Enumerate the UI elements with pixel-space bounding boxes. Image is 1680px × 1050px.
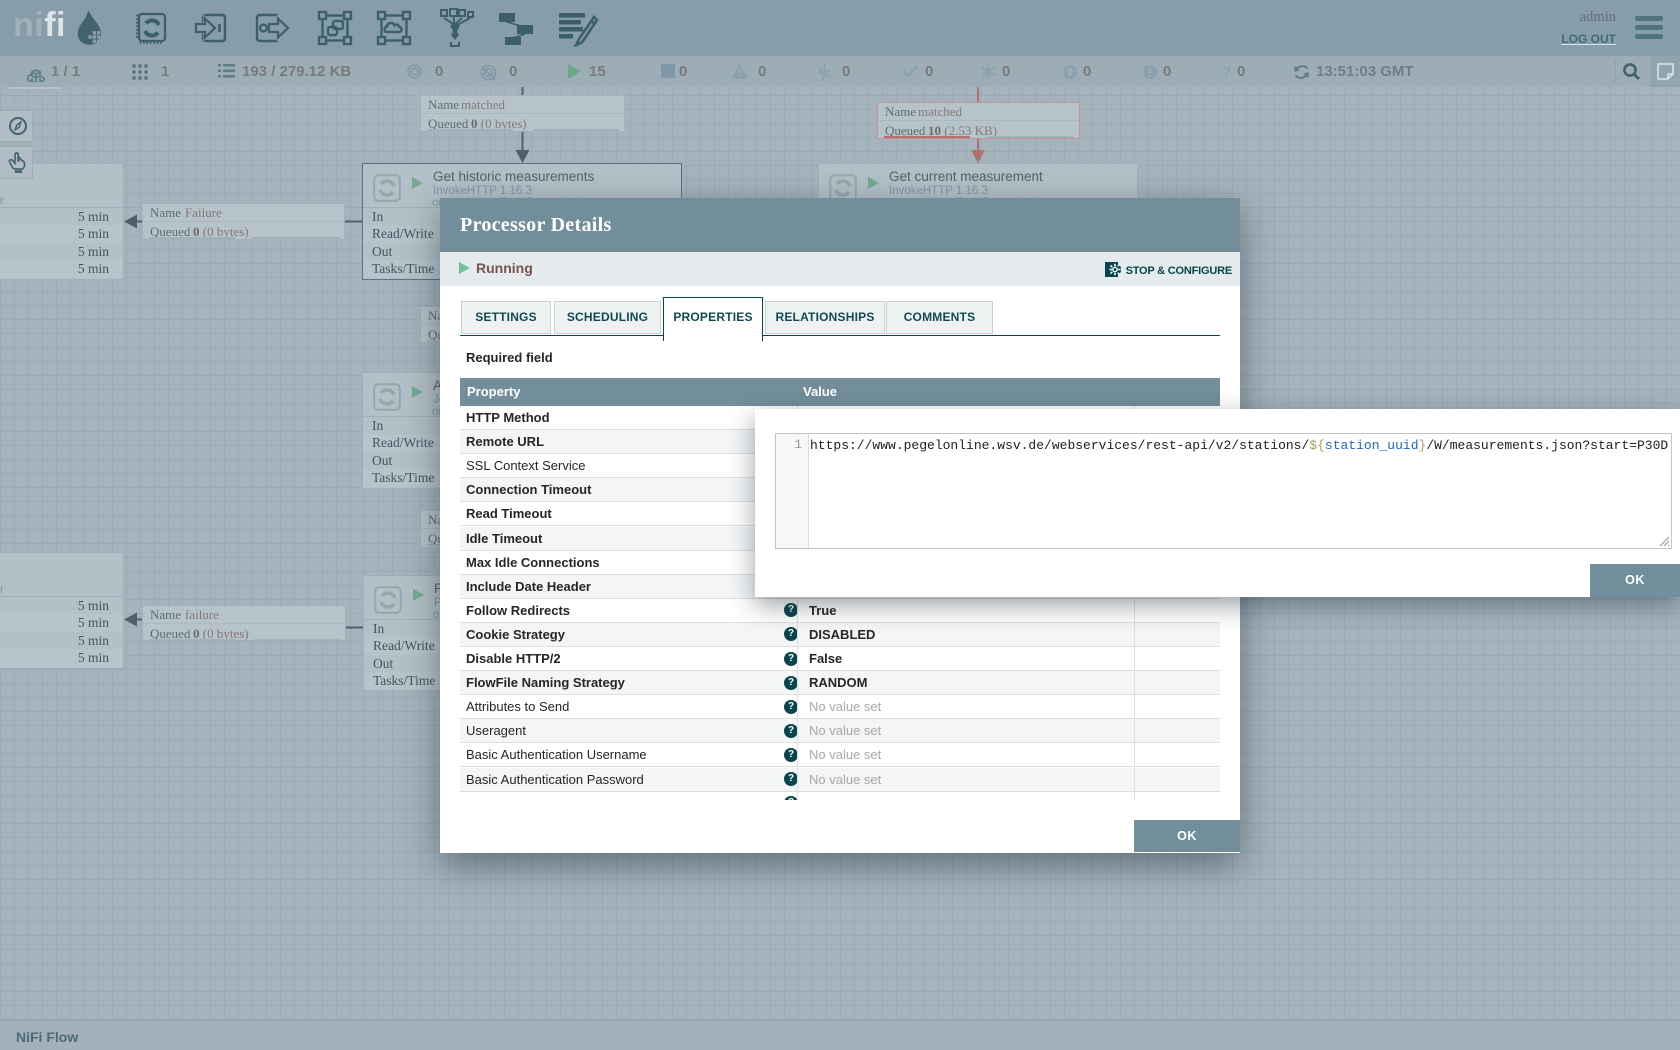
svg-text:?: ? [1222, 64, 1231, 80]
